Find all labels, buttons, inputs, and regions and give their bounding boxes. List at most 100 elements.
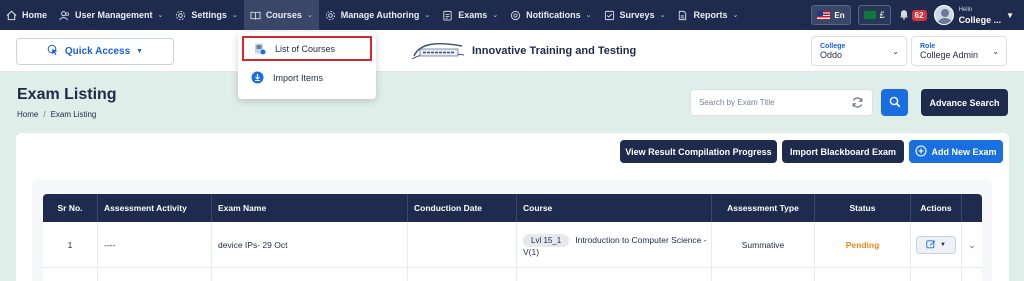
nav-courses-label: Courses <box>265 10 302 20</box>
menu-item-list-of-courses[interactable]: List of Courses <box>242 36 372 61</box>
chevron-down-icon: ⌄ <box>157 12 164 19</box>
user-menu[interactable]: Hello College ... ▼ <box>933 5 1014 25</box>
nav-notifications[interactable]: Notifications ⌄ <box>504 0 597 30</box>
role-value: College Admin <box>920 49 979 60</box>
role-label: Role <box>920 42 936 50</box>
chevron-down-icon: ⌄ <box>892 47 899 56</box>
edit-icon <box>926 239 936 251</box>
bell-icon <box>898 8 910 22</box>
cell-status: Pending <box>815 222 911 268</box>
nav-exams[interactable]: Exams ⌄ <box>436 0 504 30</box>
chevron-down-icon: ⌄ <box>585 12 592 19</box>
user-greeting: Hello <box>958 7 973 13</box>
page-title: Exam Listing <box>17 86 117 103</box>
nav-reports[interactable]: Reports ⌄ <box>671 0 744 30</box>
cell-empty <box>212 268 408 281</box>
cell-sr-no: 1 <box>43 222 98 268</box>
import-blackboard-exam-button[interactable]: Import Blackboard Exam <box>782 140 904 163</box>
header-actions: Actions <box>911 194 962 222</box>
breadcrumb-separator: / <box>43 110 46 119</box>
caret-down-icon: ▼ <box>136 48 144 55</box>
course-version: V(1) <box>523 246 540 257</box>
nav-exams-label: Exams <box>458 10 488 20</box>
nav-user-management-label: User Management <box>75 10 153 20</box>
nav-courses[interactable]: Courses ⌄ <box>243 0 319 30</box>
chevron-down-icon: ⌄ <box>492 12 499 19</box>
exam-search-input[interactable] <box>699 98 849 107</box>
nav-surveys[interactable]: Surveys ⌄ <box>598 0 672 30</box>
table-row: 1 ---- device IPs- 29 Oct Lvl 15_1 Intro… <box>43 222 982 268</box>
cell-empty <box>98 268 212 281</box>
course-code-badge: Lvl 15_1 <box>523 233 570 247</box>
college-label: College <box>820 42 846 50</box>
notifications-button[interactable]: 62 <box>898 8 927 22</box>
search-box <box>690 89 873 116</box>
header-sr-no: Sr No. <box>43 194 98 222</box>
nav-settings[interactable]: Settings ⌄ <box>169 0 243 30</box>
cell-exam-name: device IPs- 29 Oct <box>212 222 408 268</box>
add-new-exam-button[interactable]: Add New Exam <box>909 140 1003 163</box>
menu-item-import-items[interactable]: Import Items <box>242 65 372 90</box>
college-value: Oddo <box>820 49 843 60</box>
chevron-down-icon: ⌄ <box>992 47 999 56</box>
nav-user-management[interactable]: User Management ⌄ <box>53 0 169 30</box>
nav-settings-label: Settings <box>191 10 227 20</box>
courses-dropdown-menu: List of Courses Import Items <box>238 32 376 99</box>
header-course: Course <box>517 194 712 222</box>
download-icon <box>251 71 264 84</box>
cell-empty <box>712 268 815 281</box>
home-icon <box>6 10 17 21</box>
report-icon <box>677 10 688 21</box>
breadcrumb-home[interactable]: Home <box>17 110 38 119</box>
brand-name: Innovative Training and Testing <box>472 45 637 57</box>
nav-manage-authoring-label: Manage Authoring <box>340 10 420 20</box>
caret-down-icon: ▼ <box>940 242 946 248</box>
quick-access-button[interactable]: Quick Access ▼ <box>16 38 174 65</box>
search-icon <box>889 96 901 110</box>
breadcrumb-current: Exam Listing <box>50 110 97 119</box>
book-icon <box>250 10 261 21</box>
nav-notifications-label: Notifications <box>526 10 581 20</box>
chevron-down-icon: ⌄ <box>306 12 313 19</box>
expand-row-icon[interactable]: ⌄ <box>968 240 976 251</box>
cell-assessment-type: Summative <box>712 222 815 268</box>
header-assessment-activity: Assessment Activity <box>98 194 212 222</box>
avatar <box>933 5 954 25</box>
survey-icon <box>604 10 615 21</box>
nav-home-label: Home <box>22 10 48 20</box>
status-badge: Pending <box>845 240 880 250</box>
table-header: Sr No. Assessment Activity Exam Name Con… <box>43 194 982 222</box>
cell-course: Lvl 15_1 Introduction to Computer Scienc… <box>517 222 712 268</box>
header-conduction-date: Conduction Date <box>408 194 517 222</box>
company-logo <box>410 40 466 62</box>
search-button[interactable] <box>881 89 908 116</box>
cell-conduction-date <box>408 222 517 268</box>
view-result-compilation-button[interactable]: View Result Compilation Progress <box>620 140 777 163</box>
header-assessment-type: Assessment Type <box>712 194 815 222</box>
add-new-exam-label: Add New Exam <box>931 146 997 157</box>
cell-empty <box>911 268 962 281</box>
currency-switcher[interactable]: £ <box>857 5 891 25</box>
chevron-down-icon: ⌄ <box>659 12 666 19</box>
role-selector[interactable]: Role College Admin ⌄ <box>911 36 1007 66</box>
plus-circle-icon <box>915 144 928 159</box>
users-icon <box>59 10 70 21</box>
gear-icon <box>175 10 186 21</box>
row-actions-dropdown[interactable]: ▼ <box>916 236 956 254</box>
cell-expand: ⌄ <box>962 222 982 268</box>
language-switcher[interactable]: En <box>811 5 851 25</box>
nav-surveys-label: Surveys <box>619 10 655 20</box>
course-name: Introduction to Computer Science - <box>575 235 707 245</box>
chevron-down-icon: ⌄ <box>424 12 431 19</box>
cell-assessment-activity: ---- <box>98 222 212 268</box>
college-selector[interactable]: College Oddo ⌄ <box>811 36 907 66</box>
nav-home[interactable]: Home <box>0 0 53 30</box>
advance-search-button[interactable]: Advance Search <box>921 89 1008 116</box>
refresh-icon[interactable] <box>851 96 864 111</box>
course-line: Lvl 15_1 Introduction to Computer Scienc… <box>523 233 707 247</box>
nav-manage-authoring[interactable]: Manage Authoring ⌄ <box>319 0 437 30</box>
caret-down-icon: ▼ <box>1006 10 1014 20</box>
user-name: College ... <box>958 15 1002 25</box>
table-row <box>43 268 982 281</box>
cell-empty <box>408 268 517 281</box>
